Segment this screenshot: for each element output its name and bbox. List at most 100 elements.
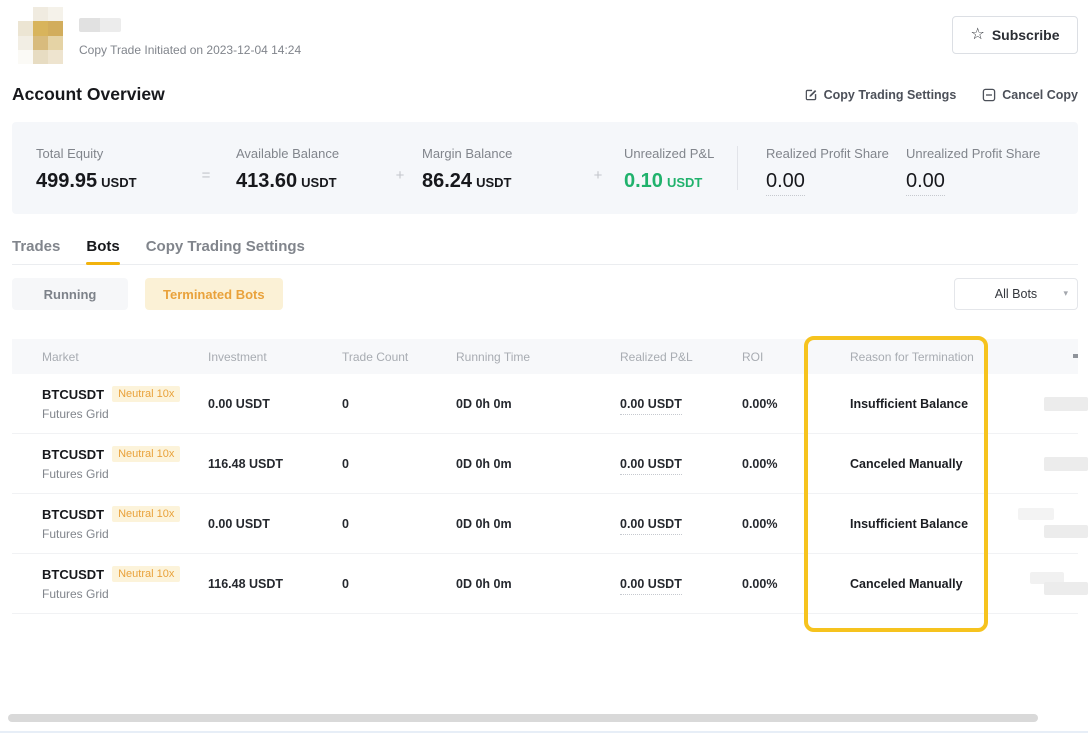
stat-label: Unrealized P&L	[624, 146, 730, 161]
table-row: BTCUSDT Neutral 10x Futures Grid 116.48 …	[12, 554, 1078, 614]
cutoff-column-fragment	[1073, 354, 1078, 358]
equals-operator: =	[176, 153, 236, 184]
copy-trade-initiated-text: Copy Trade Initiated on 2023-12-04 14:24	[79, 43, 301, 57]
stat-label: Total Equity	[36, 146, 176, 161]
subscribe-button[interactable]: ☆ Subscribe	[952, 16, 1078, 54]
bot-type: Futures Grid	[42, 587, 208, 601]
trader-header: Copy Trade Initiated on 2023-12-04 14:24…	[12, 0, 1078, 64]
copy-trading-settings-label: Copy Trading Settings	[824, 88, 957, 102]
investment-value: 0.00 USDT	[208, 397, 342, 411]
realized-pnl-value: 0.00 USDT	[620, 577, 682, 595]
row-action-redacted[interactable]	[1018, 508, 1054, 520]
main-tabs: Trades Bots Copy Trading Settings	[12, 238, 1078, 265]
tab-copy-trading-settings[interactable]: Copy Trading Settings	[146, 238, 305, 255]
table-row: BTCUSDT Neutral 10x Futures Grid 116.48 …	[12, 434, 1078, 494]
tab-bots[interactable]: Bots	[86, 238, 119, 255]
col-market: Market	[42, 350, 208, 364]
bot-type: Futures Grid	[42, 467, 208, 481]
realized-pnl-value: 0.00 USDT	[620, 517, 682, 535]
trade-count-value: 0	[342, 397, 456, 411]
leverage-badge: Neutral 10x	[112, 566, 180, 582]
horizontal-scrollbar[interactable]	[8, 714, 1038, 722]
stats-divider	[737, 146, 738, 190]
subscribe-label: Subscribe	[992, 27, 1060, 43]
all-bots-dropdown[interactable]: All Bots ▾	[954, 278, 1078, 310]
running-time-value: 0D 0h 0m	[456, 577, 620, 591]
row-action-redacted[interactable]	[1044, 582, 1088, 595]
termination-reason: Canceled Manually	[850, 457, 1040, 471]
row-action-redacted[interactable]	[1044, 525, 1088, 538]
all-bots-dropdown-value: All Bots	[995, 287, 1037, 301]
col-trade-count: Trade Count	[342, 350, 456, 364]
stat-value: 413.60	[236, 170, 297, 192]
leverage-badge: Neutral 10x	[112, 506, 180, 522]
stat-value: 0.00	[766, 170, 805, 196]
table-row: BTCUSDT Neutral 10x Futures Grid 0.00 US…	[12, 374, 1078, 434]
cancel-copy-label: Cancel Copy	[1002, 88, 1078, 102]
plus-operator: +	[378, 153, 422, 184]
col-realized-pnl: Realized P&L	[620, 350, 742, 364]
stat-value: 0.00	[906, 170, 945, 196]
edit-icon	[804, 88, 818, 102]
running-time-value: 0D 0h 0m	[456, 517, 620, 531]
table-header: Market Investment Trade Count Running Ti…	[12, 339, 1078, 374]
stat-total-equity: Total Equity 499.95 USDT	[36, 146, 176, 191]
stat-label: Unrealized Profit Share	[906, 146, 1054, 161]
plus-operator: +	[572, 153, 624, 184]
copy-trading-settings-link[interactable]: Copy Trading Settings	[804, 88, 957, 102]
trade-count-value: 0	[342, 457, 456, 471]
trader-name-redacted	[79, 18, 121, 32]
stat-available-balance: Available Balance 413.60USDT	[236, 146, 378, 191]
investment-value: 116.48 USDT	[208, 577, 342, 591]
col-running-time: Running Time	[456, 350, 620, 364]
bot-type: Futures Grid	[42, 527, 208, 541]
termination-reason: Insufficient Balance	[850, 397, 1040, 411]
stat-value: 499.95	[36, 170, 97, 192]
row-action-redacted[interactable]	[1044, 397, 1088, 411]
stat-unit: USDT	[476, 175, 511, 190]
stat-unrealized-pnl: Unrealized P&L 0.10USDT	[624, 146, 730, 191]
trade-count-value: 0	[342, 517, 456, 531]
roi-value: 0.00%	[742, 457, 850, 471]
stat-unit: USDT	[301, 175, 336, 190]
copy-trading-page: Copy Trade Initiated on 2023-12-04 14:24…	[0, 0, 1088, 733]
bot-type: Futures Grid	[42, 407, 208, 421]
roi-value: 0.00%	[742, 577, 850, 591]
minus-square-icon	[982, 88, 996, 102]
terminated-bots-table: Market Investment Trade Count Running Ti…	[12, 339, 1078, 614]
trader-info: Copy Trade Initiated on 2023-12-04 14:24	[79, 7, 301, 57]
chevron-down-icon: ▾	[1063, 288, 1068, 299]
col-roi: ROI	[742, 350, 850, 364]
stat-value: 86.24	[422, 170, 472, 192]
investment-value: 116.48 USDT	[208, 457, 342, 471]
running-time-value: 0D 0h 0m	[456, 457, 620, 471]
realized-pnl-value: 0.00 USDT	[620, 457, 682, 475]
stat-unrealized-profit-share: Unrealized Profit Share 0.00	[906, 146, 1054, 191]
market-symbol: BTCUSDT	[42, 387, 104, 402]
filter-terminated-bots[interactable]: Terminated Bots	[145, 278, 283, 310]
market-symbol: BTCUSDT	[42, 567, 104, 582]
account-stats-bar: Total Equity 499.95USDT = Available Bala…	[12, 122, 1078, 214]
stat-realized-profit-share: Realized Profit Share 0.00	[766, 146, 906, 191]
market-symbol: BTCUSDT	[42, 447, 104, 462]
stat-margin-balance: Margin Balance 86.24 USDT	[422, 146, 572, 191]
realized-pnl-value: 0.00 USDT	[620, 397, 682, 415]
roi-value: 0.00%	[742, 397, 850, 411]
cancel-copy-link[interactable]: Cancel Copy	[982, 88, 1078, 102]
stat-label: Margin Balance	[422, 146, 572, 161]
star-icon: ☆	[970, 27, 984, 43]
stat-unit: USDT	[101, 175, 136, 190]
stat-label: Realized Profit Share	[766, 146, 906, 161]
tab-trades[interactable]: Trades	[12, 238, 60, 255]
col-investment: Investment	[208, 350, 342, 364]
bots-filter-row: Running Terminated Bots All Bots ▾	[12, 278, 1078, 310]
leverage-badge: Neutral 10x	[112, 386, 180, 402]
running-time-value: 0D 0h 0m	[456, 397, 620, 411]
page-title: Account Overview	[12, 84, 165, 105]
overview-title-row: Account Overview Copy Trading Settings C…	[12, 84, 1078, 105]
filter-running[interactable]: Running	[12, 278, 128, 310]
row-action-redacted[interactable]	[1044, 457, 1088, 471]
stat-value: 0.10	[624, 170, 663, 192]
col-reason-for-termination: Reason for Termination	[850, 350, 1040, 364]
avatar	[18, 7, 63, 64]
